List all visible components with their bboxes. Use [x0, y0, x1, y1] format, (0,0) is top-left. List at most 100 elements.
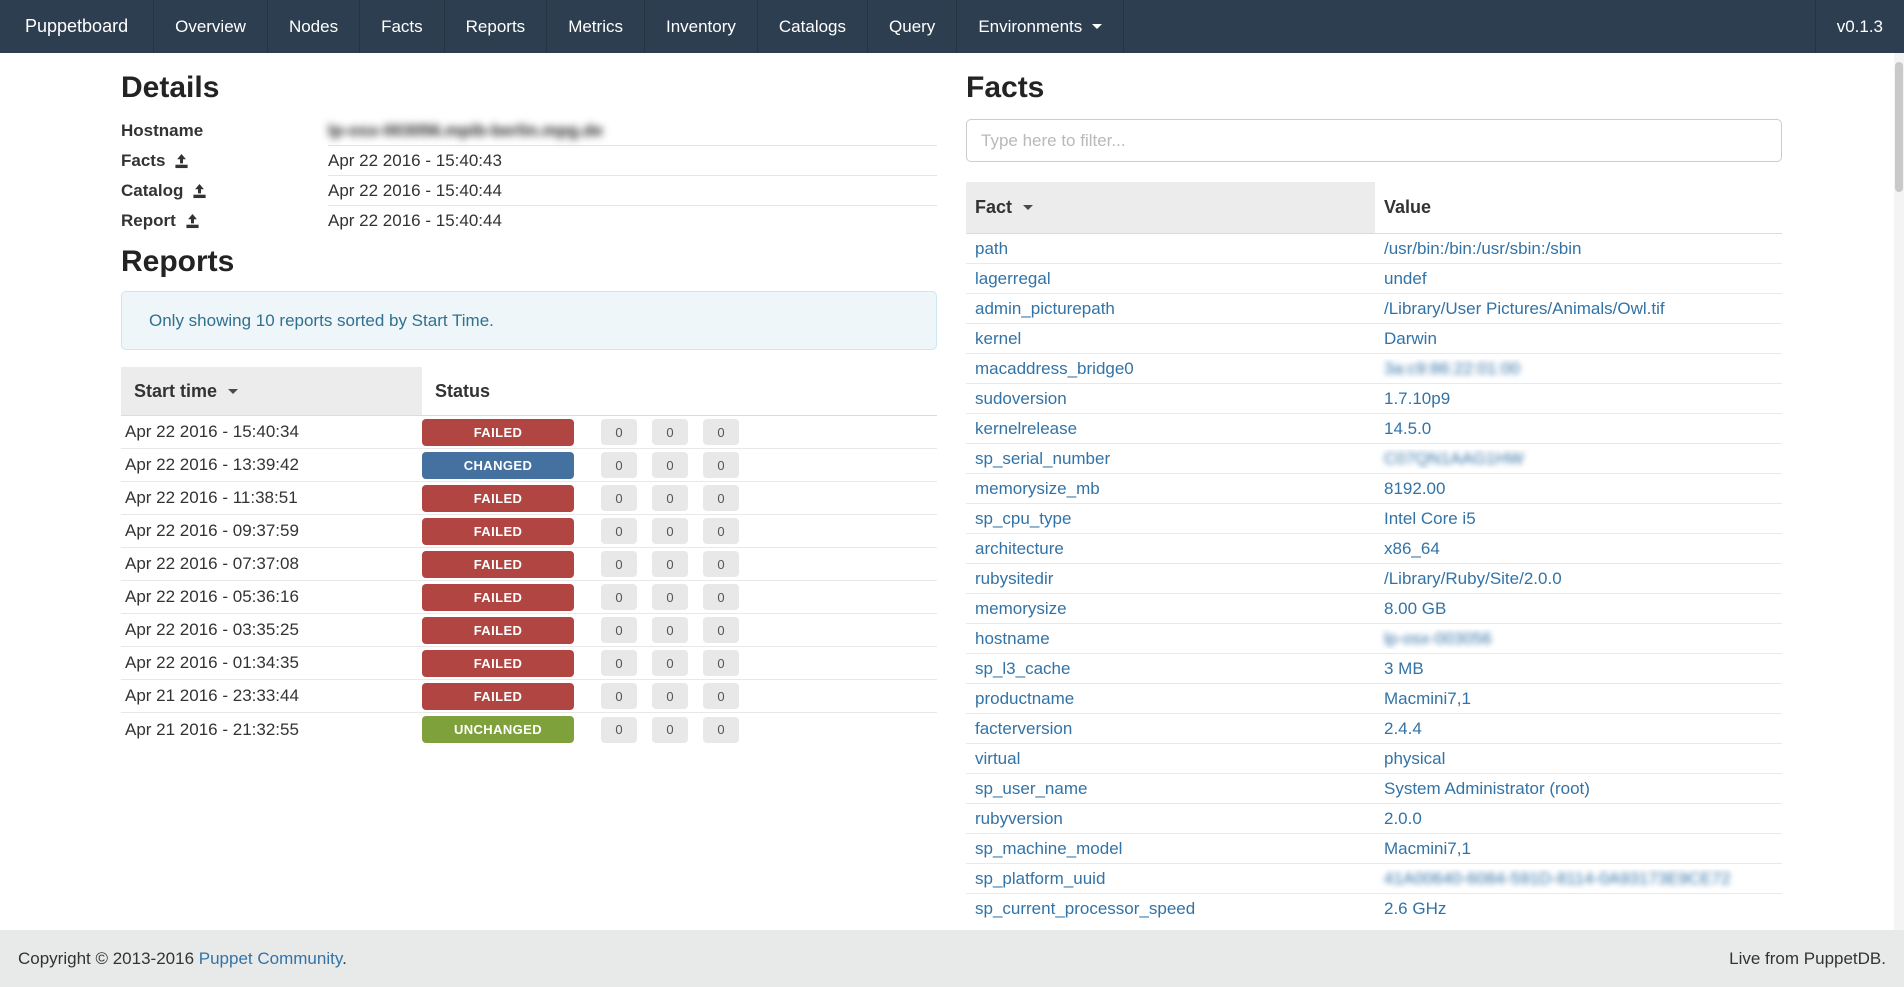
table-row: memorysize_mb 8192.00 — [966, 474, 1782, 504]
count-badge: 0 — [652, 584, 688, 610]
fact-value-link[interactable]: 8192.00 — [1384, 479, 1445, 498]
upload-icon[interactable] — [192, 184, 207, 199]
details-row: Facts Apr 22 2016 - 15:40:43 — [121, 146, 937, 176]
fact-name-cell: rubyversion — [966, 809, 1375, 829]
count-badge: 0 — [601, 683, 637, 709]
fact-name-link[interactable]: architecture — [975, 539, 1064, 558]
facts-filter-input[interactable] — [966, 119, 1782, 162]
version-label: v0.1.3 — [1815, 0, 1904, 53]
fact-name-link[interactable]: admin_picturepath — [975, 299, 1115, 318]
navbar-items: OverviewNodesFactsReportsMetricsInventor… — [154, 0, 957, 53]
details-value-text: Apr 22 2016 - 15:40:43 — [328, 151, 502, 171]
fact-value-link[interactable]: undef — [1384, 269, 1427, 288]
fact-name-cell: facterversion — [966, 719, 1375, 739]
status-badge: FAILED — [422, 650, 574, 677]
fact-value-link[interactable]: lp-osx-003056 — [1384, 629, 1492, 648]
fact-value-link[interactable]: System Administrator (root) — [1384, 779, 1590, 798]
fact-name-link[interactable]: macaddress_bridge0 — [975, 359, 1134, 378]
upload-icon[interactable] — [174, 154, 189, 169]
nav-item-environments[interactable]: Environments — [957, 0, 1124, 53]
fact-value-link[interactable]: Macmini7,1 — [1384, 689, 1471, 708]
count-badge: 0 — [703, 551, 739, 577]
report-status-cell: FAILED — [422, 518, 586, 545]
fact-value-cell: 14.5.0 — [1375, 419, 1782, 439]
column-header-fact[interactable]: Fact — [966, 182, 1375, 233]
nav-item-catalogs[interactable]: Catalogs — [758, 0, 868, 53]
report-status-cell: FAILED — [422, 683, 586, 710]
fact-value-link[interactable]: /Library/User Pictures/Animals/Owl.tif — [1384, 299, 1665, 318]
fact-name-link[interactable]: rubyversion — [975, 809, 1063, 828]
nav-item-inventory[interactable]: Inventory — [645, 0, 758, 53]
nav-item-reports[interactable]: Reports — [445, 0, 548, 53]
column-header-status[interactable]: Status — [422, 367, 937, 415]
details-value: Apr 22 2016 - 15:40:44 — [328, 176, 937, 206]
fact-name-link[interactable]: sudoversion — [975, 389, 1067, 408]
fact-value-link[interactable]: 8.00 GB — [1384, 599, 1446, 618]
fact-name-link[interactable]: facterversion — [975, 719, 1072, 738]
nav-item-overview[interactable]: Overview — [154, 0, 268, 53]
fact-name-link[interactable]: sp_machine_model — [975, 839, 1122, 858]
fact-value-link[interactable]: 2.6 GHz — [1384, 899, 1446, 918]
fact-name-cell: sp_l3_cache — [966, 659, 1375, 679]
fact-name-link[interactable]: lagerregal — [975, 269, 1051, 288]
fact-value-link[interactable]: physical — [1384, 749, 1445, 768]
fact-value-link[interactable]: 2.0.0 — [1384, 809, 1422, 828]
fact-value-link[interactable]: 14.5.0 — [1384, 419, 1431, 438]
table-row: path/usr/bin:/bin:/usr/sbin:/sbin — [966, 234, 1782, 264]
fact-name-link[interactable]: virtual — [975, 749, 1020, 768]
fact-value-link[interactable]: C07QN1AAG1HW — [1384, 449, 1524, 468]
count-badge: 0 — [652, 717, 688, 743]
nav-item-nodes[interactable]: Nodes — [268, 0, 360, 53]
nav-item-metrics[interactable]: Metrics — [547, 0, 645, 53]
details-row: ReportApr 22 2016 - 15:40:44 — [121, 206, 937, 236]
fact-name-link[interactable]: memorysize — [975, 599, 1067, 618]
fact-name-link[interactable]: sp_cpu_type — [975, 509, 1071, 528]
fact-name-link[interactable]: kernel — [975, 329, 1021, 348]
report-start-time: Apr 22 2016 - 09:37:59 — [121, 521, 422, 541]
upload-icon[interactable] — [185, 214, 200, 229]
fact-name-link[interactable]: sp_serial_number — [975, 449, 1110, 468]
puppet-community-link[interactable]: Puppet Community — [199, 949, 342, 968]
nav-item-query[interactable]: Query — [868, 0, 957, 53]
scrollbar-thumb[interactable] — [1895, 62, 1903, 192]
fact-name-link[interactable]: path — [975, 239, 1008, 258]
fact-value-link[interactable]: x86_64 — [1384, 539, 1440, 558]
fact-name-link[interactable]: sp_platform_uuid — [975, 869, 1105, 888]
fact-value-cell: 2.0.0 — [1375, 809, 1782, 829]
table-row: Apr 21 2016 - 23:33:44FAILED000 — [121, 680, 937, 713]
navbar-brand[interactable]: Puppetboard — [0, 0, 154, 53]
fact-value-link[interactable]: 3 MB — [1384, 659, 1424, 678]
sort-desc-caret-icon — [1023, 205, 1033, 210]
fact-value-link[interactable]: Intel Core i5 — [1384, 509, 1476, 528]
fact-name-link[interactable]: sp_l3_cache — [975, 659, 1070, 678]
column-header-value[interactable]: Value — [1375, 182, 1782, 233]
fact-value-link[interactable]: Darwin — [1384, 329, 1437, 348]
fact-value-link[interactable]: 3a:c9:86:22:01:00 — [1384, 359, 1520, 378]
fact-value-link[interactable]: Macmini7,1 — [1384, 839, 1471, 858]
count-badge: 0 — [703, 650, 739, 676]
count-badge: 0 — [601, 419, 637, 445]
fact-value-link[interactable]: 1.7.10p9 — [1384, 389, 1450, 408]
fact-name-link[interactable]: sp_user_name — [975, 779, 1087, 798]
fact-name-link[interactable]: kernelrelease — [975, 419, 1077, 438]
fact-name-link[interactable]: sp_current_processor_speed — [975, 899, 1195, 918]
fact-name-link[interactable]: hostname — [975, 629, 1050, 648]
fact-name-link[interactable]: rubysitedir — [975, 569, 1053, 588]
fact-name-link[interactable]: memorysize_mb — [975, 479, 1100, 498]
fact-value-link[interactable]: /Library/Ruby/Site/2.0.0 — [1384, 569, 1562, 588]
details-label-text: Facts — [121, 151, 165, 171]
nav-item-facts[interactable]: Facts — [360, 0, 445, 53]
column-header-start-time[interactable]: Start time — [121, 367, 422, 415]
fact-value-link[interactable]: 2.4.4 — [1384, 719, 1422, 738]
report-start-time: Apr 22 2016 - 11:38:51 — [121, 488, 422, 508]
info-alert: Only showing 10 reports sorted by Start … — [121, 291, 937, 350]
fact-name-link[interactable]: productname — [975, 689, 1074, 708]
fact-value-link[interactable]: /usr/bin:/bin:/usr/sbin:/sbin — [1384, 239, 1581, 258]
report-start-time: Apr 22 2016 - 03:35:25 — [121, 620, 422, 640]
status-badge: FAILED — [422, 518, 574, 545]
count-badge: 0 — [652, 617, 688, 643]
table-row: Apr 22 2016 - 09:37:59FAILED000 — [121, 515, 937, 548]
fact-value-cell: 2.4.4 — [1375, 719, 1782, 739]
count-badge: 0 — [703, 717, 739, 743]
fact-value-link[interactable]: 41A00640-6084-591D-8114-0A93173E9CE72 — [1384, 869, 1731, 888]
